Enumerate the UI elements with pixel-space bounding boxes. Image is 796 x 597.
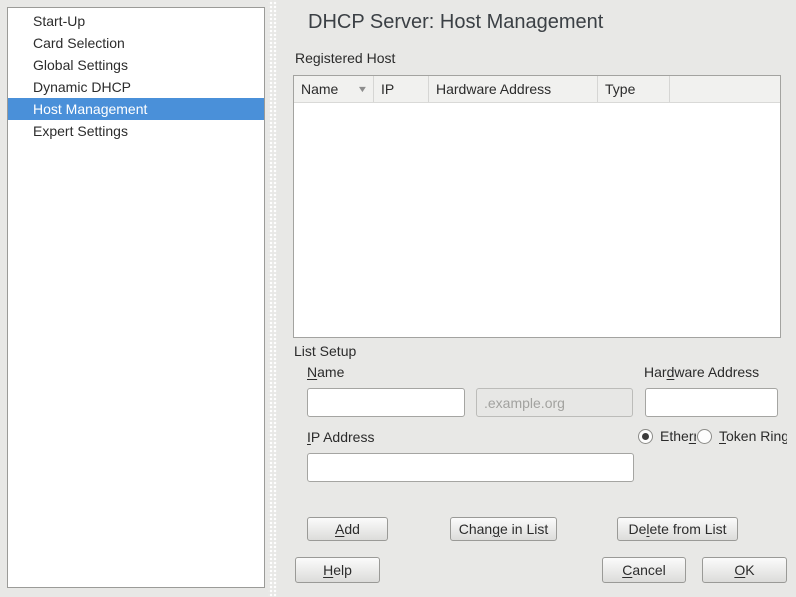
ok-button[interactable]: OK xyxy=(702,557,787,583)
sidebar-item-card-selection[interactable]: Card Selection xyxy=(8,32,264,54)
sidebar-item-global-settings[interactable]: Global Settings xyxy=(8,54,264,76)
help-button[interactable]: Help xyxy=(295,557,380,583)
table-header-row: Name ▼ IP Hardware Address Type xyxy=(294,76,780,103)
sidebar-item-expert-settings[interactable]: Expert Settings xyxy=(8,120,264,142)
ethernet-radio[interactable]: Ethernet xyxy=(638,426,696,446)
name-field-label: Name xyxy=(307,364,344,380)
column-header-name[interactable]: Name ▼ xyxy=(294,76,374,102)
dhcp-server-dialog: Start-Up Card Selection Global Settings … xyxy=(0,0,796,597)
sidebar-item-dynamic-dhcp[interactable]: Dynamic DHCP xyxy=(8,76,264,98)
registered-host-table: Name ▼ IP Hardware Address Type xyxy=(293,75,781,338)
token-ring-radio-label: Token Ring xyxy=(719,428,787,444)
list-setup-label: List Setup xyxy=(294,343,356,359)
column-header-ip-label: IP xyxy=(381,76,394,102)
ethernet-radio-label: Ethernet xyxy=(660,428,696,444)
token-ring-radio[interactable]: Token Ring xyxy=(697,426,787,446)
cancel-button[interactable]: Cancel xyxy=(602,557,686,583)
column-header-hardware-address[interactable]: Hardware Address xyxy=(429,76,598,102)
page-title: DHCP Server: Host Management xyxy=(308,11,603,34)
sidebar-item-host-management[interactable]: Host Management xyxy=(8,98,264,120)
registered-host-label: Registered Host xyxy=(295,50,395,66)
pane-splitter-handle[interactable] xyxy=(268,0,277,597)
column-header-hardware-address-label: Hardware Address xyxy=(436,76,551,102)
column-header-ip[interactable]: IP xyxy=(374,76,429,102)
ip-address-field-label: IP Address xyxy=(307,429,374,445)
name-input[interactable] xyxy=(307,388,465,417)
radio-selected-icon xyxy=(638,429,653,444)
column-header-type-label: Type xyxy=(605,76,635,102)
add-button[interactable]: Add xyxy=(307,517,388,541)
host-list-area[interactable] xyxy=(294,103,780,337)
change-in-list-button[interactable]: Change in List xyxy=(450,517,557,541)
sidebar-item-start-up[interactable]: Start-Up xyxy=(8,10,264,32)
hardware-address-field-label: Hardware Address xyxy=(644,364,759,380)
column-header-type[interactable]: Type xyxy=(598,76,670,102)
sort-descending-icon: ▼ xyxy=(357,76,369,102)
network-type-radio-group: Ethernet Token Ring xyxy=(638,426,787,446)
domain-suffix-input xyxy=(476,388,633,417)
delete-from-list-button[interactable]: Delete from List xyxy=(617,517,738,541)
hardware-address-input[interactable] xyxy=(645,388,778,417)
ip-address-input[interactable] xyxy=(307,453,634,482)
column-header-name-label: Name xyxy=(301,76,338,102)
config-section-list: Start-Up Card Selection Global Settings … xyxy=(7,7,265,588)
radio-unselected-icon xyxy=(697,429,712,444)
column-header-filler xyxy=(670,76,780,102)
